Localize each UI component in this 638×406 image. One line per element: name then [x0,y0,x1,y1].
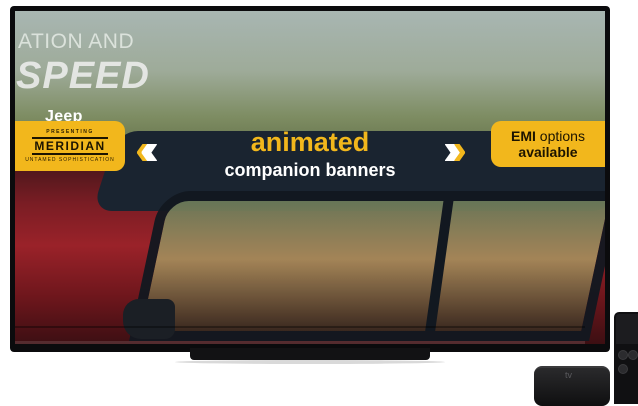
car-door-line [15,326,585,328]
tv-stand-shadow [175,360,445,364]
remote-menu-button [618,350,628,360]
emi-available: available [518,144,578,160]
emi-bold: EMI [511,127,536,144]
tv-stand [190,348,430,360]
emi-line1: EMI options [511,128,585,144]
remote-tv-button [628,350,638,360]
emi-options-badge[interactable]: EMI options available [491,121,605,167]
tagline-companion-banners: companion banners [224,160,396,180]
remote-touch-surface [616,314,638,344]
tv-screen: ATION AND SPEED Jeep PRESENTING MERIDIAN… [15,11,605,344]
headline-speed: SPEED [16,55,150,97]
car-mirror [123,299,175,339]
meridian-presenting: PRESENTING [46,129,94,135]
chevrons-left-icon: ‹‹‹ [135,125,159,174]
meridian-badge[interactable]: PRESENTING MERIDIAN UNTAMED SOPHISTICATI… [15,121,125,171]
tagline-animated: animated [250,127,370,157]
emi-options: options [535,127,585,144]
apple-tv-logo: tv [565,370,573,380]
meridian-subtitle: UNTAMED SOPHISTICATION [25,157,115,163]
chevrons-right-icon: ››› [443,125,466,174]
meridian-name: MERIDIAN [32,137,108,155]
headline-text: ATION AND [18,30,135,53]
car-highlight [15,341,585,344]
remote-play-button [618,364,628,374]
car-window [129,191,605,341]
